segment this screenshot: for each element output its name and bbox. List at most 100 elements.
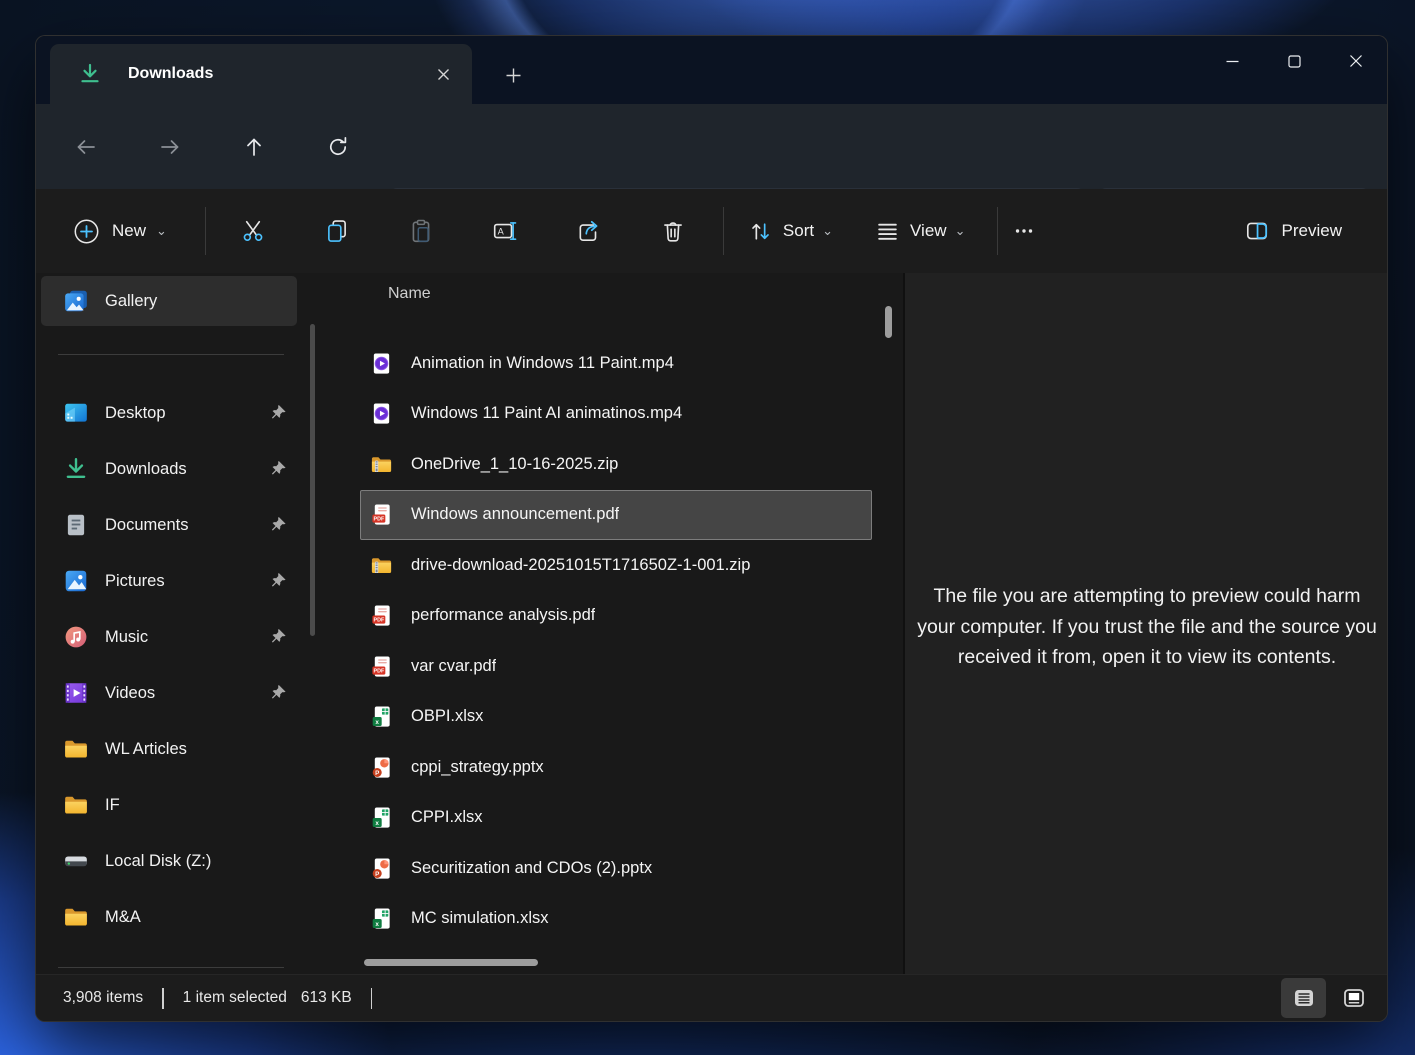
toolbar-divider	[205, 207, 206, 255]
close-icon[interactable]	[1325, 36, 1387, 86]
share-button[interactable]	[556, 205, 622, 257]
sidebar-item-desktop[interactable]: Desktop	[41, 388, 297, 438]
main-area: Gallery Desktop Downloads Documents	[36, 273, 1387, 976]
desktop-icon	[63, 400, 89, 426]
downloads-icon	[78, 62, 102, 86]
svg-text:A: A	[498, 227, 505, 237]
explorer-tab-downloads[interactable]: Downloads	[50, 44, 472, 104]
file-row[interactable]: Animation in Windows 11 Paint.mp4	[360, 338, 872, 389]
file-row[interactable]: CPPI.xlsx	[360, 793, 872, 844]
items-count: 3,908 items	[63, 989, 143, 1007]
folder-icon	[63, 904, 89, 930]
rename-button[interactable]: A	[472, 205, 538, 257]
pin-icon	[270, 517, 287, 534]
sidebar-divider	[58, 354, 284, 355]
video-file-icon	[370, 402, 393, 425]
delete-button[interactable]	[640, 205, 706, 257]
delete-icon	[660, 218, 686, 244]
large-icons-view-icon[interactable]	[1331, 978, 1376, 1018]
toolbar-divider	[997, 207, 998, 255]
minimize-icon[interactable]	[1201, 36, 1263, 86]
cut-icon	[240, 218, 266, 244]
preview-pane: The file you are attempting to preview c…	[905, 273, 1388, 976]
video-file-icon	[370, 352, 393, 375]
folder-icon	[63, 792, 89, 818]
sidebar-scrollbar[interactable]	[310, 324, 315, 636]
sidebar-item-local-disk-z[interactable]: Local Disk (Z:)	[41, 836, 297, 886]
chevron-down-icon: ⌄	[955, 223, 966, 239]
back-icon[interactable]	[65, 126, 107, 168]
file-row[interactable]: Windows 11 Paint AI animatinos.mp4	[360, 389, 872, 440]
copy-icon	[324, 218, 350, 244]
cut-button[interactable]	[220, 205, 286, 257]
pin-icon	[270, 405, 287, 422]
pdf-file-icon	[370, 604, 393, 627]
details-view-icon[interactable]	[1281, 978, 1326, 1018]
new-tab-button[interactable]	[496, 59, 530, 91]
file-row[interactable]: OBPI.xlsx	[360, 692, 872, 743]
preview-warning-message: The file you are attempting to preview c…	[915, 581, 1379, 673]
forward-icon[interactable]	[149, 126, 191, 168]
excel-file-icon	[370, 705, 393, 728]
navigation-bar: › Downloads ›	[36, 104, 1387, 189]
file-list: Name Animation in Windows 11 Paint.mp4 W…	[321, 273, 903, 976]
selection-count: 1 item selected	[183, 989, 287, 1007]
pin-icon	[270, 461, 287, 478]
sidebar-item-documents[interactable]: Documents	[41, 500, 297, 550]
zip-file-icon	[370, 453, 393, 476]
view-button[interactable]: View ⌄	[861, 205, 979, 257]
toolbar-divider	[723, 207, 724, 255]
gallery-icon	[63, 288, 89, 314]
new-plus-circle-icon	[73, 218, 100, 245]
sidebar-item-pictures[interactable]: Pictures	[41, 556, 297, 606]
sidebar-item-if[interactable]: IF	[41, 780, 297, 830]
file-row[interactable]: MC simulation.xlsx	[360, 894, 872, 945]
file-row[interactable]: OneDrive_1_10-16-2025.zip	[360, 439, 872, 490]
selection-size: 613 KB	[301, 989, 352, 1007]
file-row-selected[interactable]: Windows announcement.pdf	[360, 490, 872, 541]
chevron-down-icon: ⌄	[822, 223, 833, 239]
file-row[interactable]: Securitization and CDOs (2).pptx	[360, 843, 872, 894]
view-toggles	[1281, 978, 1376, 1018]
excel-file-icon	[370, 806, 393, 829]
tab-close-icon[interactable]	[428, 59, 458, 89]
window-controls	[1201, 36, 1387, 86]
pictures-icon	[63, 568, 89, 594]
maximize-icon[interactable]	[1263, 36, 1325, 86]
more-options-button[interactable]	[1004, 205, 1044, 257]
column-header-name[interactable]: Name	[388, 285, 431, 303]
status-divider	[371, 988, 373, 1009]
file-row[interactable]: var cvar.pdf	[360, 641, 872, 692]
refresh-icon[interactable]	[317, 126, 359, 168]
sidebar-item-music[interactable]: Music	[41, 612, 297, 662]
up-icon[interactable]	[233, 126, 275, 168]
preview-toggle-button[interactable]: Preview	[1238, 205, 1348, 257]
pdf-file-icon	[370, 503, 393, 526]
file-list-vertical-scrollbar[interactable]	[885, 306, 892, 338]
excel-file-icon	[370, 907, 393, 930]
file-list-horizontal-scrollbar[interactable]	[364, 959, 538, 966]
sidebar-item-downloads[interactable]: Downloads	[41, 444, 297, 494]
sort-button[interactable]: Sort ⌄	[734, 205, 847, 257]
new-button[interactable]: New ⌄	[61, 205, 179, 257]
sidebar-item-videos[interactable]: Videos	[41, 668, 297, 718]
file-row[interactable]: performance analysis.pdf	[360, 591, 872, 642]
share-icon	[576, 218, 602, 244]
preview-pane-icon	[1244, 218, 1270, 244]
videos-icon	[63, 680, 89, 706]
music-icon	[63, 624, 89, 650]
folder-icon	[63, 736, 89, 762]
file-row[interactable]: drive-download-20251015T171650Z-1-001.zi…	[360, 540, 872, 591]
view-icon	[875, 219, 900, 244]
sidebar: Gallery Desktop Downloads Documents	[36, 273, 321, 976]
sidebar-item-wl-articles[interactable]: WL Articles	[41, 724, 297, 774]
copy-button[interactable]	[304, 205, 370, 257]
sort-label: Sort	[783, 221, 814, 241]
paste-button[interactable]	[388, 205, 454, 257]
rename-icon: A	[492, 218, 518, 244]
status-bar: 3,908 items 1 item selected 613 KB	[36, 974, 1387, 1021]
chevron-down-icon: ⌄	[156, 223, 167, 239]
sidebar-item-gallery[interactable]: Gallery	[41, 276, 297, 326]
file-row[interactable]: cppi_strategy.pptx	[360, 742, 872, 793]
sidebar-item-m-and-a[interactable]: M&A	[41, 892, 297, 942]
